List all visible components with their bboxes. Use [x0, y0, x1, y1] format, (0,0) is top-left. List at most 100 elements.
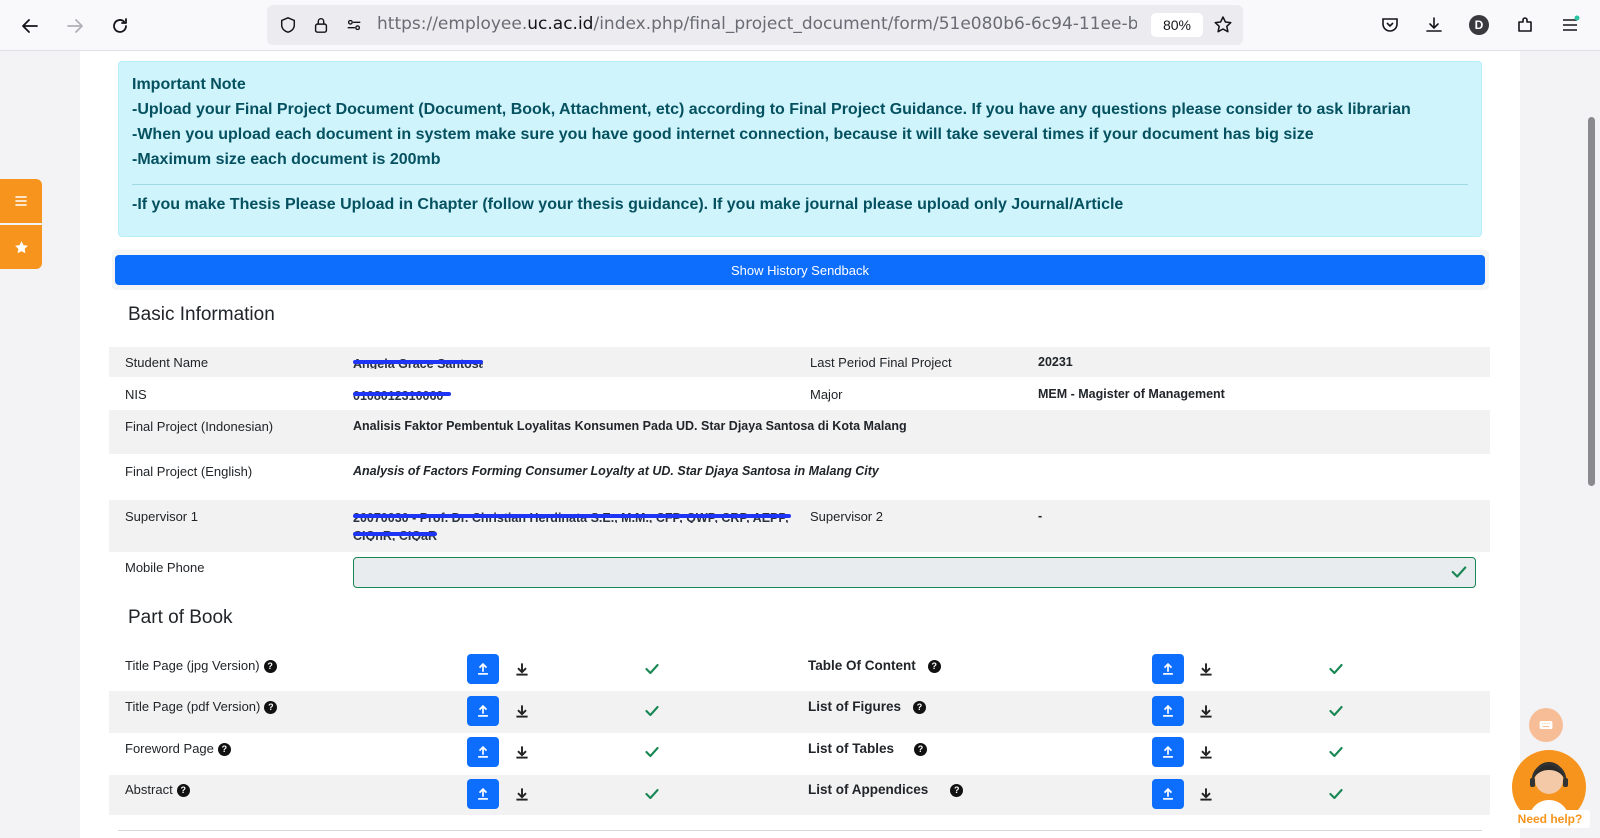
- basic-information-heading: Basic Information: [128, 304, 275, 325]
- upload-icon: [1163, 704, 1173, 717]
- part-of-book-heading: Part of Book: [128, 607, 233, 628]
- part-label-title-page-jpg: Title Page (jpg Version)?: [125, 658, 277, 673]
- part-label-text: Foreword Page: [125, 741, 214, 756]
- download-icon[interactable]: [514, 703, 530, 719]
- sidebar-favorites-toggle[interactable]: [0, 225, 42, 269]
- table-row: [109, 347, 1490, 377]
- valid-check-icon: [1451, 566, 1467, 578]
- app-menu-icon[interactable]: [1558, 13, 1582, 37]
- download-icon[interactable]: [514, 744, 530, 760]
- upload-button[interactable]: [1152, 737, 1184, 767]
- note-line: -When you upload each document in system…: [132, 126, 1314, 143]
- download-icon[interactable]: [1198, 703, 1214, 719]
- part-label-text: Abstract: [125, 782, 173, 797]
- help-question-icon[interactable]: ?: [927, 659, 941, 673]
- back-arrow-icon[interactable]: [14, 10, 46, 42]
- student-name-label: Student Name: [125, 355, 209, 370]
- url-domain: uc.ac.id: [527, 14, 594, 34]
- hamburger-icon: [15, 196, 27, 206]
- section-divider: [118, 830, 1482, 831]
- uploaded-check-icon: [1329, 746, 1343, 758]
- zoom-level-badge[interactable]: 80%: [1151, 13, 1203, 37]
- upload-button[interactable]: [467, 696, 499, 726]
- url-text[interactable]: https://employee.uc.ac.id/index.php/fina…: [377, 14, 1137, 34]
- mobile-phone-label: Mobile Phone: [125, 560, 205, 575]
- upload-button[interactable]: [1152, 696, 1184, 726]
- keyboard-icon: [1539, 721, 1553, 729]
- note-line: -Upload your Final Project Document (Doc…: [132, 101, 1411, 118]
- upload-icon: [478, 704, 488, 717]
- table-row: [109, 691, 1490, 733]
- table-row: [109, 500, 1490, 552]
- table-row: [109, 775, 1490, 815]
- note-title: Important Note: [132, 76, 246, 93]
- note-divider: [132, 184, 1468, 185]
- show-history-sendback-button[interactable]: Show History Sendback: [115, 255, 1485, 285]
- upload-button[interactable]: [467, 654, 499, 684]
- part-label-foreword-page: Foreword Page?: [125, 741, 231, 756]
- mobile-phone-input[interactable]: [353, 557, 1476, 588]
- nis-value-redacted: 0108012310060: [353, 387, 451, 401]
- upload-icon: [478, 787, 488, 800]
- part-label-list-of-figures: List of Figures?: [808, 699, 927, 714]
- keyboard-chat-button[interactable]: [1529, 708, 1563, 742]
- fp-indonesian-label: Final Project (Indonesian): [125, 419, 274, 434]
- major-value: MEM - Magister of Management: [1038, 387, 1225, 401]
- supervisor-2-value: -: [1038, 509, 1043, 523]
- part-label-title-page-pdf: Title Page (pdf Version)?: [125, 699, 278, 714]
- help-question-icon[interactable]: ?: [264, 700, 278, 714]
- fp-english-value: Analysis of Factors Forming Consumer Loy…: [353, 464, 879, 478]
- download-icon[interactable]: [514, 661, 530, 677]
- downloads-icon[interactable]: [1422, 13, 1446, 37]
- upload-icon: [1163, 745, 1173, 758]
- download-icon[interactable]: [1198, 661, 1214, 677]
- help-question-icon[interactable]: ?: [913, 700, 927, 714]
- help-question-icon[interactable]: ?: [263, 659, 277, 673]
- extensions-icon[interactable]: [1513, 13, 1537, 37]
- last-period-label: Last Period Final Project: [810, 355, 952, 370]
- note-line: -If you make Thesis Please Upload in Cha…: [132, 196, 1124, 213]
- upload-button[interactable]: [467, 737, 499, 767]
- help-question-icon[interactable]: ?: [914, 742, 928, 756]
- lock-icon[interactable]: [311, 15, 331, 35]
- pocket-icon[interactable]: [1378, 13, 1402, 37]
- download-icon[interactable]: [514, 786, 530, 802]
- shield-icon[interactable]: [278, 15, 298, 35]
- upload-icon: [478, 745, 488, 758]
- major-label: Major: [810, 387, 843, 402]
- reload-icon[interactable]: [104, 10, 136, 42]
- profile-initial: D: [1469, 15, 1489, 35]
- page-scrollbar-thumb[interactable]: [1588, 117, 1595, 486]
- help-question-icon[interactable]: ?: [217, 742, 231, 756]
- uploaded-check-icon: [645, 705, 659, 717]
- upload-button[interactable]: [1152, 654, 1184, 684]
- browser-toolbar: https://employee.uc.ac.id/index.php/fina…: [0, 0, 1600, 51]
- upload-button[interactable]: [1152, 779, 1184, 809]
- part-label-text: Table Of Content: [808, 658, 916, 673]
- history-button-container: Show History Sendback: [112, 250, 1489, 290]
- profile-avatar[interactable]: D: [1467, 13, 1491, 37]
- uploaded-check-icon: [645, 663, 659, 675]
- help-question-icon[interactable]: ?: [950, 783, 964, 797]
- uploaded-check-icon: [645, 788, 659, 800]
- upload-button[interactable]: [467, 779, 499, 809]
- need-help-label[interactable]: Need help?: [1510, 810, 1590, 828]
- last-period-value: 20231: [1038, 355, 1073, 369]
- uploaded-check-icon: [1329, 705, 1343, 717]
- supervisor-1-label: Supervisor 1: [125, 509, 198, 524]
- url-bar[interactable]: https://employee.uc.ac.id/index.php/fina…: [267, 5, 1243, 45]
- fp-indonesian-value: Analisis Faktor Pembentuk Loyalitas Kons…: [353, 419, 907, 433]
- sidebar-menu-toggle[interactable]: [0, 179, 42, 223]
- student-name-value-redacted: Angela Grace Santosa: [353, 355, 483, 369]
- bookmark-star-icon[interactable]: [1213, 15, 1233, 35]
- permissions-icon[interactable]: [344, 15, 364, 35]
- part-label-text: List of Tables: [808, 741, 895, 756]
- download-icon[interactable]: [1198, 744, 1214, 760]
- help-question-icon[interactable]: ?: [176, 783, 190, 797]
- forward-arrow-icon[interactable]: [59, 10, 91, 42]
- part-label-table-of-content: Table Of Content?: [808, 658, 941, 673]
- upload-icon: [1163, 662, 1173, 675]
- download-icon[interactable]: [1198, 786, 1214, 802]
- part-label-text: Title Page (jpg Version): [125, 658, 260, 673]
- uploaded-check-icon: [645, 746, 659, 758]
